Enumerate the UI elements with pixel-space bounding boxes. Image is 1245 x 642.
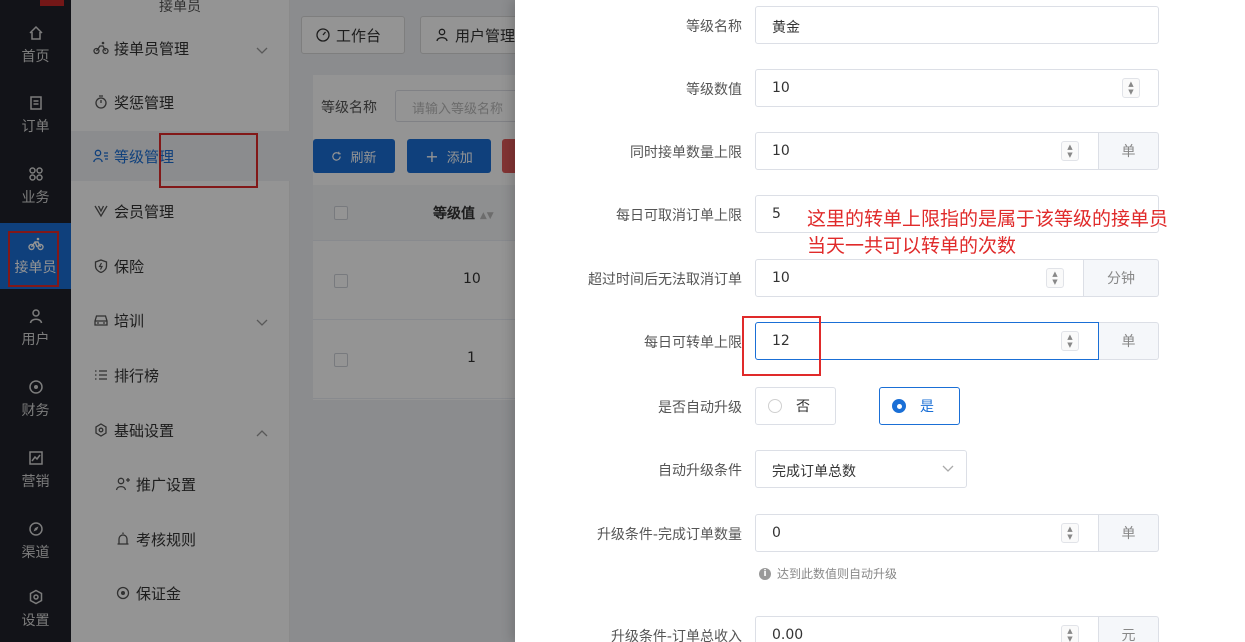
concurrent-limit-input[interactable]: 10 [755,132,1099,170]
field-upgrade-condition: 自动升级条件 完成订单总数 [515,450,1245,490]
unit-suffix: 单 [1099,132,1159,170]
field-upgrade-income: 升级条件-订单总收入 0.00 ▲ ▼ 元 [515,616,1245,642]
annotation-line-2: 当天一共可以转单的次数 [807,235,1017,257]
level-name-input[interactable]: 黄金 [755,6,1159,44]
field-cancel-timeout: 超过时间后无法取消订单 10 ▲ ▼ 分钟 [515,259,1245,299]
stepper-arrows[interactable]: ▲ ▼ [1046,268,1064,288]
radio-label: 是 [920,399,934,415]
radio-dot [768,399,782,413]
auto-upgrade-yes-radio[interactable]: 是 [879,387,960,425]
unit-suffix: 单 [1099,322,1159,360]
field-concurrent-limit: 同时接单数量上限 10 ▲ ▼ 单 [515,132,1245,172]
field-label: 等级数值 [686,82,742,98]
annotation-line-1: 这里的转单上限指的是属于该等级的接单员 [807,208,1169,230]
stepper-arrows[interactable]: ▲ ▼ [1061,141,1079,161]
upgrade-orders-input[interactable]: 0 [755,514,1099,552]
field-label: 是否自动升级 [658,400,742,416]
field-label: 自动升级条件 [658,463,742,479]
modal-overlay[interactable] [0,0,515,642]
stepper-arrows[interactable]: ▲ ▼ [1061,523,1079,543]
field-level-value: 等级数值 10 ▲ ▼ [515,69,1245,109]
auto-upgrade-no-radio[interactable]: 否 [755,387,836,425]
chevron-down-icon [942,465,954,473]
upgrade-orders-hint: i 达到此数值则自动升级 [759,565,897,582]
stepper-arrows[interactable]: ▲ ▼ [1061,625,1079,642]
stepper-arrows[interactable]: ▲ ▼ [1061,331,1079,351]
field-label: 升级条件-完成订单数量 [596,527,742,543]
upgrade-condition-select[interactable]: 完成订单总数 [755,450,967,488]
unit-suffix: 元 [1099,616,1159,642]
stepper-arrows[interactable]: ▲ ▼ [1122,78,1140,98]
radio-dot [892,399,906,413]
level-value-input[interactable]: 10 [755,69,1159,107]
radio-label: 否 [796,399,810,415]
field-label: 升级条件-订单总收入 [610,629,742,642]
level-edit-drawer: 等级名称 黄金 等级数值 10 ▲ ▼ 同时接单数量上限 10 ▲ ▼ 单 每日可取… [515,0,1245,642]
field-label: 每日可取消订单上限 [616,208,742,224]
field-level-name: 等级名称 黄金 [515,6,1245,46]
field-label: 超过时间后无法取消订单 [588,272,742,288]
unit-suffix: 单 [1099,514,1159,552]
annotation-highlight-field [742,316,821,376]
field-auto-upgrade: 是否自动升级 否 是 [515,387,1245,427]
field-label: 等级名称 [686,19,742,35]
cancel-timeout-input[interactable]: 10 [755,259,1084,297]
field-daily-transfer-limit: 每日可转单上限 12 ▲ ▼ 单 [515,322,1245,362]
hint-text: 达到此数值则自动升级 [777,567,898,581]
field-label: 同时接单数量上限 [630,145,742,161]
info-icon: i [759,567,771,580]
annotation-note: 这里的转单上限指的是属于该等级的接单员 当天一共可以转单的次数 [807,206,1168,260]
field-label: 每日可转单上限 [644,335,742,351]
unit-suffix: 分钟 [1084,259,1159,297]
field-upgrade-orders: 升级条件-完成订单数量 0 ▲ ▼ 单 [515,514,1245,554]
upgrade-income-input[interactable]: 0.00 [755,616,1099,642]
